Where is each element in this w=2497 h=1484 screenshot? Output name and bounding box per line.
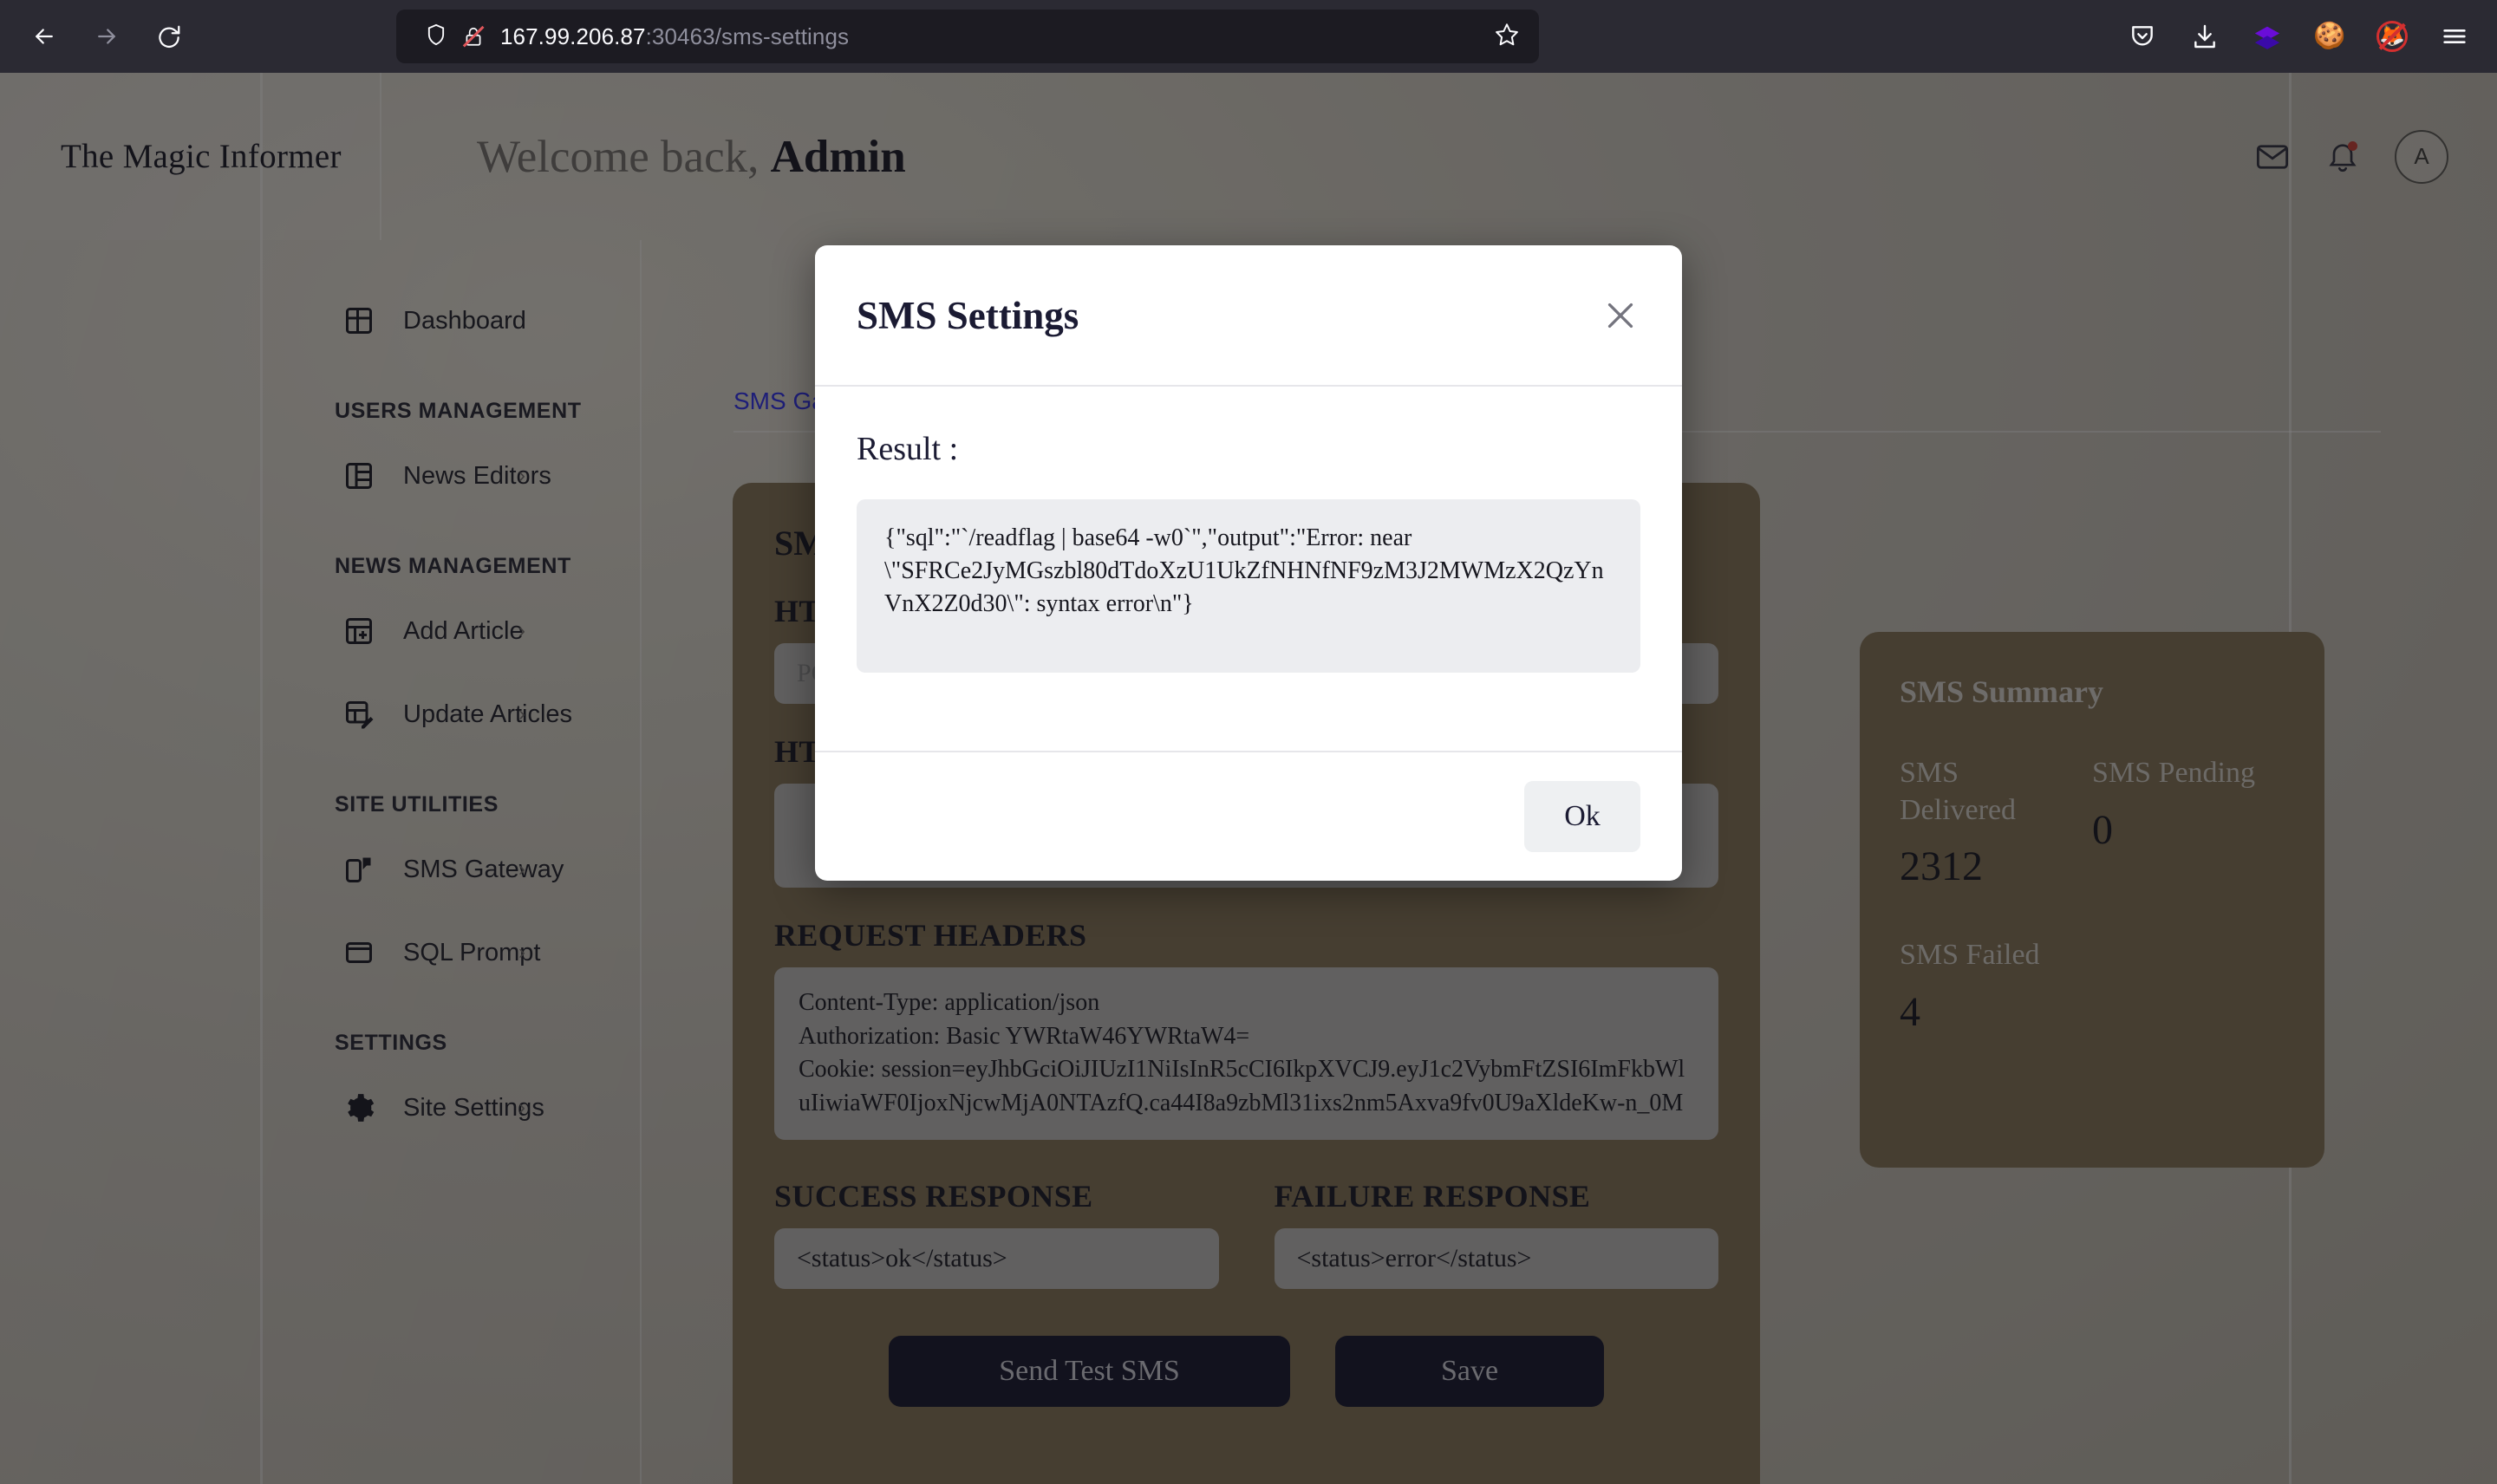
- modal-title: SMS Settings: [857, 293, 1079, 337]
- back-button[interactable]: [17, 10, 71, 63]
- modal-footer: Ok: [815, 751, 1682, 881]
- forward-button[interactable]: [80, 10, 134, 63]
- modal-header: SMS Settings: [815, 245, 1682, 387]
- sms-settings-modal: SMS Settings Result : {"sql":"`/readflag…: [815, 245, 1682, 881]
- reload-button[interactable]: [142, 10, 196, 63]
- url-host: 167.99.206.87: [500, 23, 646, 49]
- star-icon[interactable]: [1494, 22, 1520, 52]
- ok-button[interactable]: Ok: [1524, 781, 1640, 852]
- pocket-icon[interactable]: [2116, 10, 2169, 63]
- result-output: {"sql":"`/readflag | base64 -w0`","outpu…: [857, 499, 1640, 673]
- address-bar[interactable]: 167.99.206.87:30463/sms-settings: [396, 10, 1539, 63]
- close-x-icon[interactable]: [1601, 296, 1640, 335]
- browser-extension-toolbar: 🍪 🦊: [2116, 10, 2481, 63]
- browser-nav-buttons: [17, 10, 196, 63]
- download-icon[interactable]: [2178, 10, 2232, 63]
- url-text: 167.99.206.87:30463/sms-settings: [500, 23, 849, 50]
- browser-toolbar: 167.99.206.87:30463/sms-settings 🍪 🦊: [0, 0, 2497, 73]
- blocked-fox-extension-icon[interactable]: 🦊: [2365, 10, 2419, 63]
- address-bar-icons: [424, 23, 485, 51]
- modal-body: Result : {"sql":"`/readflag | base64 -w0…: [815, 387, 1682, 751]
- insecure-lock-icon[interactable]: [462, 25, 485, 48]
- url-path: :30463/sms-settings: [645, 23, 850, 49]
- layers-extension-icon[interactable]: [2240, 10, 2294, 63]
- hamburger-menu-icon[interactable]: [2428, 10, 2481, 63]
- shield-icon[interactable]: [424, 23, 448, 51]
- cookie-extension-icon[interactable]: 🍪: [2303, 10, 2357, 63]
- result-label: Result :: [857, 431, 959, 467]
